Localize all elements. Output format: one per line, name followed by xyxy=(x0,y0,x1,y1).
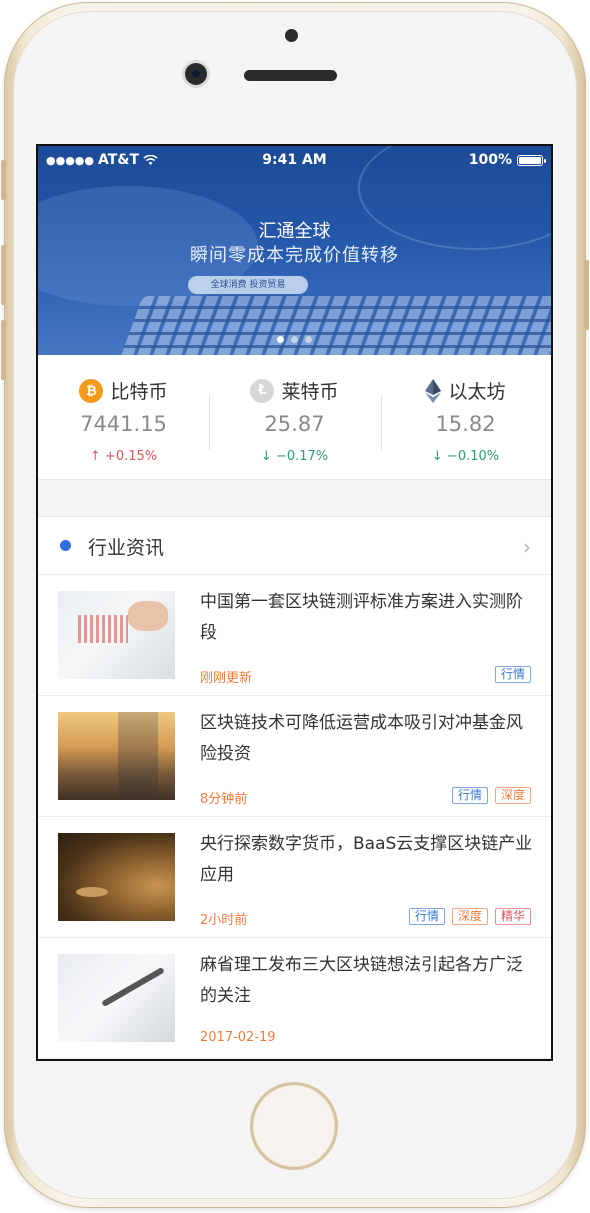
section-title: 行业资讯 xyxy=(88,537,165,559)
litecoin-icon: Ł xyxy=(250,378,275,403)
news-tag: 行情 xyxy=(494,666,531,683)
carousel-dot[interactable] xyxy=(277,336,284,343)
news-item[interactable]: 中国第一套区块链测评标准方案进入实测阶段 刚刚更新 行情 xyxy=(38,575,551,696)
news-thumbnail xyxy=(58,712,175,800)
ticker-change: ↓ −0.10% xyxy=(431,449,500,464)
battery-percent: 100% xyxy=(468,152,512,168)
ticker-price: 15.82 xyxy=(435,412,496,436)
news-time: 8分钟前 xyxy=(200,792,248,807)
news-thumbnail xyxy=(58,591,175,679)
bitcoin-icon: ₿ xyxy=(79,378,104,403)
news-headline[interactable]: 麻省理工发布三大区块链想法引起各方广泛的关注 xyxy=(200,950,535,1012)
ticker-name: 莱特币 xyxy=(281,381,339,403)
news-tag: 深度 xyxy=(451,908,488,925)
news-tag: 深度 xyxy=(494,787,531,804)
chevron-right-icon[interactable]: › xyxy=(523,535,531,559)
earpiece-speaker xyxy=(244,70,337,81)
volume-up-button xyxy=(1,245,6,305)
ticker-name: 比特币 xyxy=(110,381,168,403)
home-button[interactable] xyxy=(250,1082,338,1170)
ticker-name: 以太坊 xyxy=(448,381,506,403)
arrow-down-icon: ↓ xyxy=(260,449,272,464)
news-section-header[interactable]: 行业资讯 › xyxy=(38,517,551,575)
arrow-up-icon: ↑ xyxy=(89,449,101,464)
banner-title: 汇通全球 xyxy=(258,221,331,242)
proximity-sensor xyxy=(285,29,298,42)
power-button xyxy=(584,260,589,330)
news-headline[interactable]: 中国第一套区块链测评标准方案进入实测阶段 xyxy=(200,587,535,649)
section-dot-icon xyxy=(60,540,71,551)
ethereum-icon xyxy=(425,378,442,403)
battery-icon xyxy=(517,154,546,166)
carousel-dot[interactable] xyxy=(305,336,312,343)
news-headline[interactable]: 央行探索数字货币，BaaS云支撑区块链产业应用 xyxy=(200,829,535,891)
carousel-dot[interactable] xyxy=(291,336,298,343)
ticker-litecoin[interactable]: Ł 莱特币 25.87 ↓ −0.17% xyxy=(209,355,380,479)
ticker-change: ↑ +0.15% xyxy=(89,449,158,464)
news-time: 2017-02-19 xyxy=(200,1030,276,1045)
front-camera xyxy=(185,63,207,85)
promo-banner[interactable]: ●●●●● AT&T 9:41 AM 100% 汇通全球 瞬间零成本完成价值转移… xyxy=(38,146,551,355)
arrow-down-icon: ↓ xyxy=(431,449,443,464)
banner-tagline: 全球消费 投资贸易 xyxy=(188,276,308,294)
news-tag: 精华 xyxy=(494,908,531,925)
news-tag: 行情 xyxy=(451,787,488,804)
ticker-bitcoin[interactable]: ₿ 比特币 7441.15 ↑ +0.15% xyxy=(38,355,209,479)
news-thumbnail xyxy=(58,954,175,1042)
banner-subtitle: 瞬间零成本完成价值转移 xyxy=(190,245,399,266)
ticker-price: 25.87 xyxy=(264,412,325,436)
ticker-price: 7441.15 xyxy=(80,412,167,436)
news-headline[interactable]: 区块链技术可降低运营成本吸引对冲基金风险投资 xyxy=(200,708,535,770)
news-time: 2小时前 xyxy=(200,913,248,928)
news-item[interactable]: 麻省理工发布三大区块链想法引起各方广泛的关注 2017-02-19 xyxy=(38,938,551,1059)
news-time: 刚刚更新 xyxy=(200,671,253,686)
app-screen: ●●●●● AT&T 9:41 AM 100% 汇通全球 瞬间零成本完成价值转移… xyxy=(36,144,553,1061)
section-spacer xyxy=(38,480,551,517)
news-thumbnail xyxy=(58,833,175,921)
price-tickers: ₿ 比特币 7441.15 ↑ +0.15% Ł 莱特币 25.87 ↓ −0.… xyxy=(38,355,551,480)
ticker-change: ↓ −0.17% xyxy=(260,449,329,464)
news-item[interactable]: 区块链技术可降低运营成本吸引对冲基金风险投资 8分钟前 行情 深度 xyxy=(38,696,551,817)
mute-switch xyxy=(1,160,6,200)
news-item[interactable]: 央行探索数字货币，BaaS云支撑区块链产业应用 2小时前 行情 深度 精华 xyxy=(38,817,551,938)
status-bar: ●●●●● AT&T 9:41 AM 100% xyxy=(38,146,551,176)
ticker-ethereum[interactable]: 以太坊 15.82 ↓ −0.10% xyxy=(380,355,551,479)
volume-down-button xyxy=(1,320,6,380)
carousel-indicator[interactable] xyxy=(38,336,551,343)
news-tag: 行情 xyxy=(408,908,445,925)
